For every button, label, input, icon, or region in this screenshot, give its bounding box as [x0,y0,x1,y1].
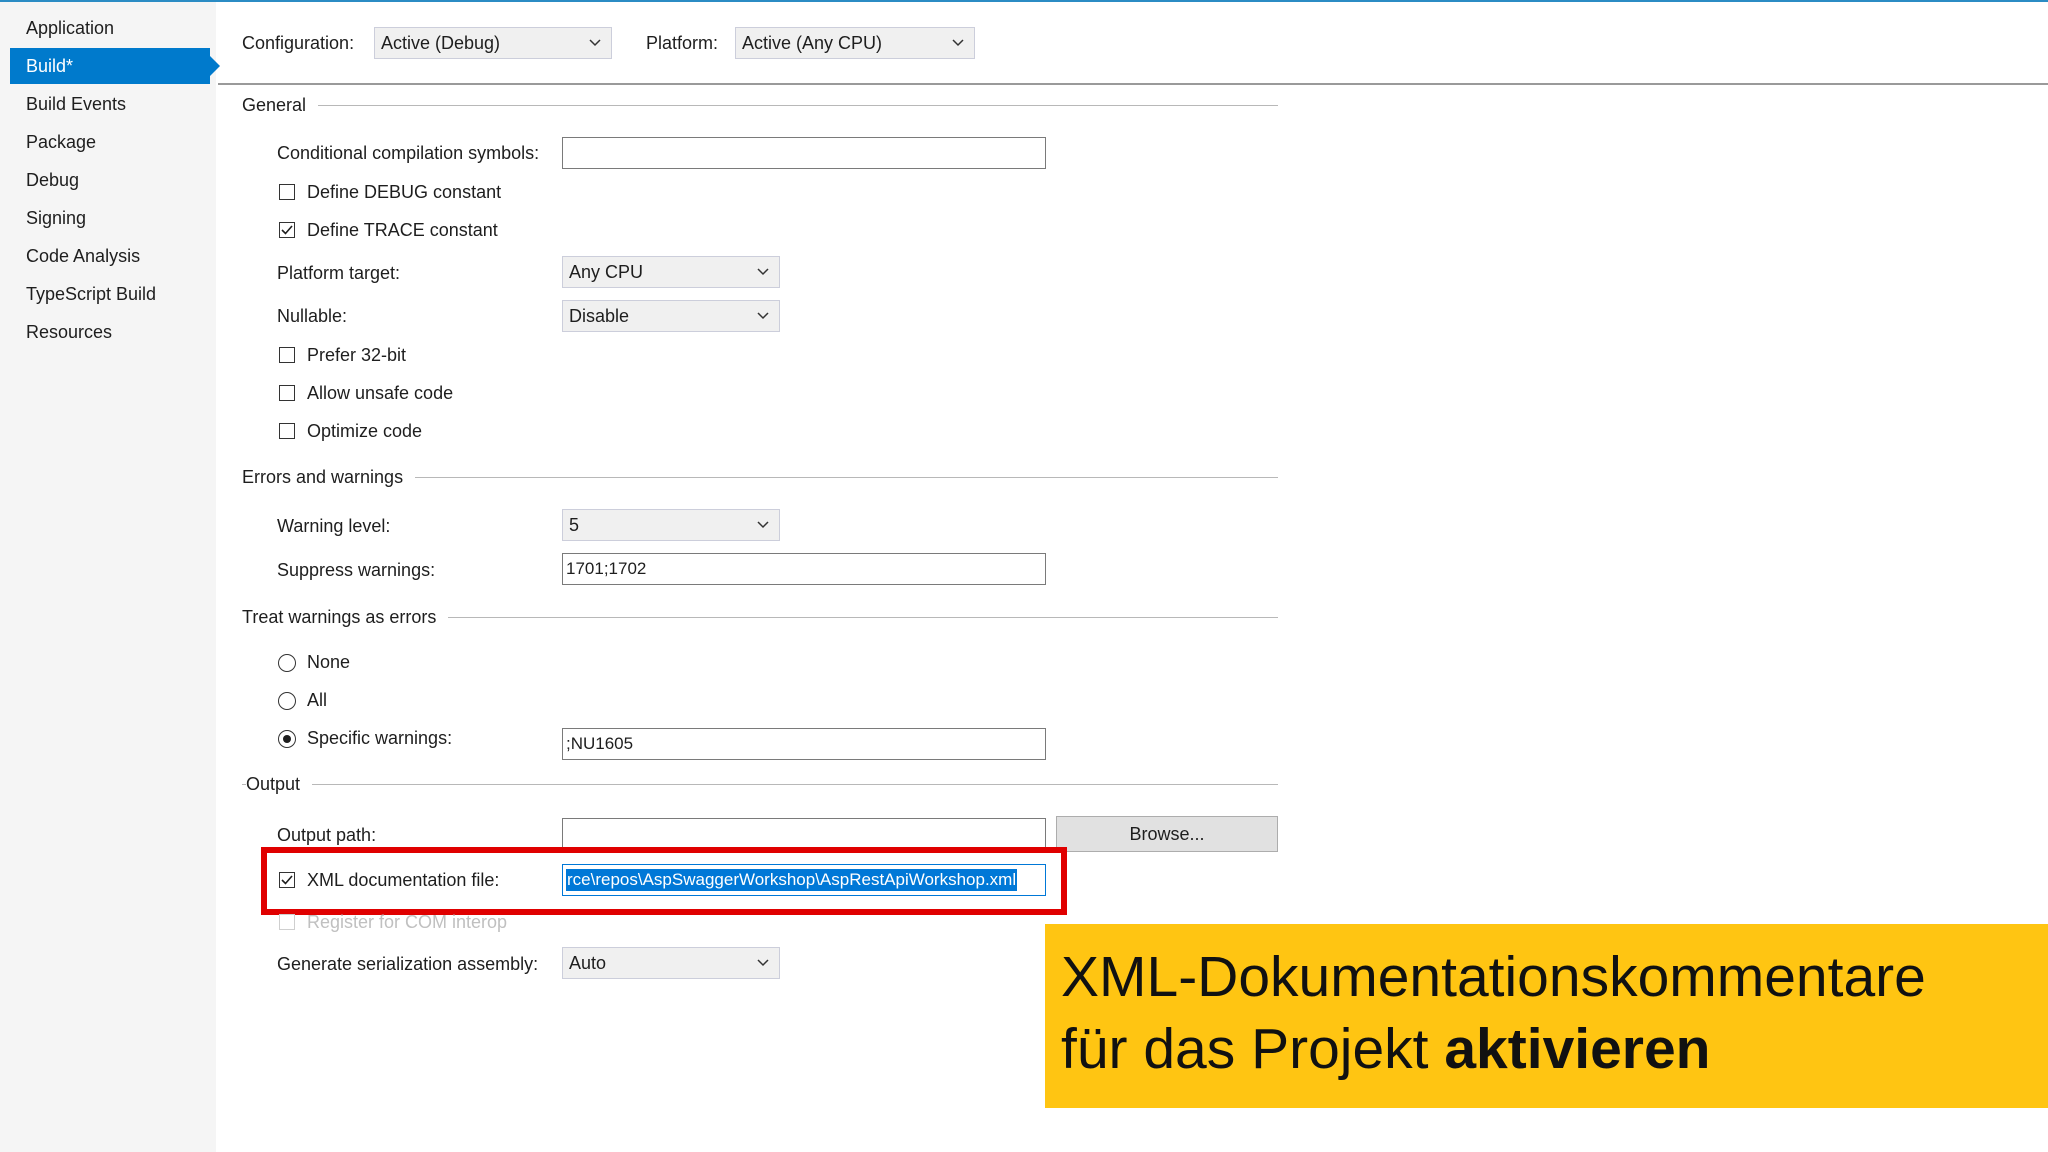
suppress-warnings-input[interactable]: 1701;1702 [562,553,1046,585]
radio-specific-label: Specific warnings: [307,728,453,748]
caption-line-2-bold: aktivieren [1444,1017,1711,1081]
serialization-value: Auto [569,953,607,973]
platform-target-value: Any CPU [569,262,644,282]
section-divider-general [242,105,1278,106]
define-debug-checkbox[interactable] [279,184,295,200]
xml-documentation-value: rce\repos\AspSwaggerWorkshop\AspRestApiW… [566,869,1018,891]
configuration-value: Active (Debug) [381,33,501,53]
radio-none-label: None [307,652,351,672]
register-com-checkbox [279,914,295,930]
checkmark-icon [281,875,293,885]
serialization-dropdown[interactable]: Auto [562,947,780,979]
platform-value: Active (Any CPU) [742,33,883,53]
define-trace-label: Define TRACE constant [307,220,498,240]
chevron-down-icon [952,39,964,47]
optimize-code-checkbox[interactable] [279,423,295,439]
caption-line-1: XML-Dokumentationskommentare [1061,945,1926,1009]
sidebar-item-signing[interactable]: Signing [10,200,210,236]
configuration-dropdown[interactable]: Active (Debug) [374,27,612,59]
platform-dropdown[interactable]: Active (Any CPU) [735,27,975,59]
checkmark-icon [281,225,293,235]
window-top-border [0,0,2048,2]
platform-target-label: Platform target: [277,263,401,283]
section-title-output: Output [246,774,313,795]
output-path-label: Output path: [277,825,377,845]
sidebar-item-package[interactable]: Package [10,124,210,160]
conditional-symbols-input[interactable] [562,137,1046,169]
radio-none[interactable] [278,654,296,672]
section-title-errors: Errors and warnings [242,467,416,488]
section-title-general: General [242,95,319,116]
warning-level-label: Warning level: [277,516,391,536]
allow-unsafe-label: Allow unsafe code [307,383,454,403]
radio-specific-warnings[interactable] [278,730,296,748]
serialization-label: Generate serialization assembly: [277,954,539,974]
chevron-down-icon [757,521,769,529]
allow-unsafe-checkbox[interactable] [279,385,295,401]
sidebar-item-build[interactable]: Build* [10,48,220,84]
prefer-32bit-label: Prefer 32-bit [307,345,407,365]
platform-target-dropdown[interactable]: Any CPU [562,256,780,288]
sidebar-item-code-analysis[interactable]: Code Analysis [10,238,210,274]
sidebar-item-resources[interactable]: Resources [10,314,210,350]
sidebar-item-typescript-build[interactable]: TypeScript Build [10,276,210,312]
configuration-label: Configuration: [242,33,355,53]
radio-all[interactable] [278,692,296,710]
section-title-treat: Treat warnings as errors [242,607,449,628]
radio-all-label: All [307,690,328,710]
nullable-value: Disable [569,306,630,326]
output-path-input[interactable] [562,818,1046,850]
chevron-down-icon [589,39,601,47]
warning-level-value: 5 [569,515,580,535]
radio-selected-dot [283,735,291,743]
toolbar-divider [218,83,2048,85]
conditional-symbols-label: Conditional compilation symbols: [277,143,540,163]
browse-button[interactable]: Browse... [1056,816,1278,852]
define-debug-label: Define DEBUG constant [307,182,502,202]
specific-warnings-input[interactable]: ;NU1605 [562,728,1046,760]
warning-level-dropdown[interactable]: 5 [562,509,780,541]
caption-banner: XML-Dokumentationskommentare für das Pro… [1045,924,2048,1108]
register-com-label: Register for COM interop [307,912,508,932]
chevron-down-icon [757,268,769,276]
suppress-warnings-label: Suppress warnings: [277,560,436,580]
xml-documentation-checkbox[interactable] [279,872,295,888]
caption-line-2-regular: für das Projekt [1061,1017,1445,1081]
nullable-dropdown[interactable]: Disable [562,300,780,332]
sidebar-item-debug[interactable]: Debug [10,162,210,198]
sidebar-item-application[interactable]: Application [10,10,210,46]
sidebar: Application Build* Build Events Package … [0,2,220,1152]
section-divider-output [242,784,1278,785]
optimize-code-label: Optimize code [307,421,423,441]
nullable-label: Nullable: [277,306,348,326]
define-trace-checkbox[interactable] [279,222,295,238]
sidebar-item-build-events[interactable]: Build Events [10,86,210,122]
xml-documentation-label: XML documentation file: [307,870,500,890]
xml-documentation-input[interactable]: rce\repos\AspSwaggerWorkshop\AspRestApiW… [562,864,1046,896]
prefer-32bit-checkbox[interactable] [279,347,295,363]
platform-label: Platform: [646,33,719,53]
caption-line-2: für das Projekt aktivieren [1061,1016,1711,1082]
chevron-down-icon [757,959,769,967]
chevron-down-icon [757,312,769,320]
